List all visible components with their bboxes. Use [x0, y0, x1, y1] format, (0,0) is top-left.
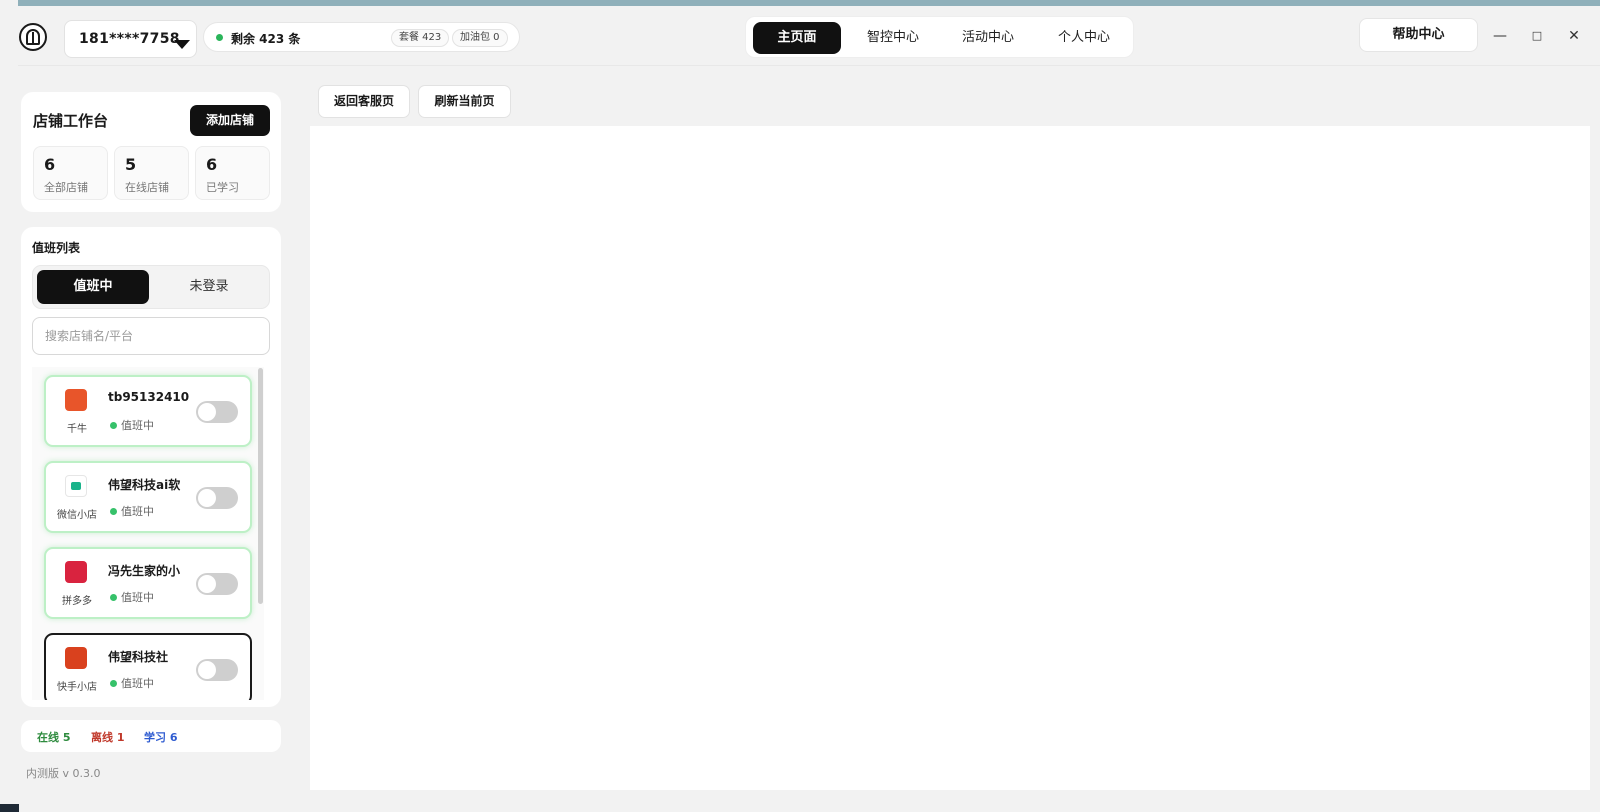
taobao-icon — [65, 389, 87, 411]
main-nav: 主页面 智控中心 活动中心 个人中心 — [745, 16, 1134, 58]
stat-online-stores: 5 在线店铺 — [114, 146, 189, 200]
nav-smart-control[interactable]: 智控中心 — [849, 22, 937, 54]
shop-status: 值班中 — [121, 591, 154, 604]
stat-all-stores: 6 全部店铺 — [33, 146, 108, 200]
status-dot-icon — [216, 34, 223, 41]
pinduoduo-icon — [65, 561, 87, 583]
tab-on-duty[interactable]: 值班中 — [37, 270, 149, 304]
list-item[interactable]: 拼多多 冯先生家的小 值班中 — [44, 547, 252, 619]
refresh-page-button[interactable]: 刷新当前页 — [418, 85, 511, 118]
shop-name: 冯先生家的小 — [108, 564, 181, 578]
stat-label: 在线店铺 — [125, 181, 169, 194]
shop-platform: 快手小店 — [57, 682, 97, 693]
add-store-button[interactable]: 添加店铺 — [190, 105, 270, 136]
shop-platform: 拼多多 — [62, 596, 92, 607]
online-dot-icon — [110, 508, 117, 515]
header-divider — [18, 65, 1600, 66]
shop-list-scrollbar[interactable] — [258, 368, 263, 604]
help-center-button[interactable]: 帮助中心 — [1359, 18, 1478, 52]
nav-profile[interactable]: 个人中心 — [1040, 22, 1128, 54]
shop-list: 千牛 tb951324106 值班中 微信小店 伟望科技ai软 值班中 拼多多 … — [32, 367, 264, 700]
duty-toggle[interactable] — [196, 659, 238, 681]
duty-toggle[interactable] — [196, 487, 238, 509]
shop-platform: 千牛 — [67, 424, 87, 435]
wechat-store-icon — [65, 475, 87, 497]
main-content-area[interactable] — [310, 126, 1590, 790]
app-logo-icon — [19, 23, 47, 51]
status-summary: 在线 5 离线 1 学习 6 — [21, 720, 281, 752]
account-selector[interactable]: 181****7758 — [64, 20, 197, 58]
online-dot-icon — [110, 594, 117, 601]
addon-pill: 加油包 0 — [452, 29, 508, 47]
stat-label: 全部店铺 — [44, 181, 88, 194]
nav-home[interactable]: 主页面 — [753, 22, 841, 54]
shop-status: 值班中 — [121, 419, 154, 432]
online-dot-icon — [110, 680, 117, 687]
shop-name: 伟望科技社 — [108, 650, 169, 664]
stat-learned: 6 已学习 — [195, 146, 270, 200]
package-pill: 套餐 423 — [391, 29, 450, 47]
shop-name: tb951324106 — [108, 390, 189, 404]
nav-activity[interactable]: 活动中心 — [944, 22, 1032, 54]
list-item[interactable]: 微信小店 伟望科技ai软 值班中 — [44, 461, 252, 533]
shop-platform: 微信小店 — [57, 510, 97, 521]
stat-label: 已学习 — [206, 181, 239, 194]
kuaishou-store-icon — [65, 647, 87, 669]
online-count: 在线 5 — [37, 731, 71, 744]
learned-count: 学习 6 — [144, 731, 178, 744]
duty-list-card: 值班列表 值班中 未登录 千牛 tb951324106 值班中 微信小店 伟望科… — [21, 227, 281, 707]
offline-count: 离线 1 — [91, 731, 125, 744]
minimize-icon[interactable]: — — [1489, 26, 1511, 48]
list-item[interactable]: 快手小店 伟望科技社 值班中 — [44, 633, 252, 700]
quota-badge: 剩余 423 条 套餐 423 加油包 0 — [203, 22, 520, 52]
duty-toggle[interactable] — [196, 401, 238, 423]
store-search-input[interactable] — [32, 317, 270, 355]
shop-name: 伟望科技ai软 — [108, 478, 181, 492]
close-icon[interactable]: ✕ — [1563, 26, 1585, 48]
tab-not-logged-in[interactable]: 未登录 — [153, 270, 265, 304]
store-workspace-card: 店铺工作台 添加店铺 6 全部店铺 5 在线店铺 6 已学习 — [21, 92, 281, 212]
stat-value: 6 — [206, 155, 218, 174]
app-header: 181****7758 剩余 423 条 套餐 423 加油包 0 主页面 智控… — [0, 6, 1600, 66]
quota-remaining: 剩余 423 条 — [231, 32, 301, 46]
account-number: 181****7758 — [79, 31, 180, 47]
taskbar-corner — [0, 804, 19, 812]
version-label: 内测版 v 0.3.0 — [26, 767, 101, 780]
stat-value: 5 — [125, 155, 137, 174]
duty-list-title: 值班列表 — [32, 241, 81, 255]
stat-value: 6 — [44, 155, 56, 174]
shop-status: 值班中 — [121, 505, 154, 518]
duty-tabs: 值班中 未登录 — [32, 265, 270, 309]
maximize-icon[interactable]: □ — [1526, 26, 1548, 48]
online-dot-icon — [110, 422, 117, 429]
shop-status: 值班中 — [121, 677, 154, 690]
list-item[interactable]: 千牛 tb951324106 值班中 — [44, 375, 252, 447]
back-to-service-button[interactable]: 返回客服页 — [318, 85, 410, 118]
duty-toggle[interactable] — [196, 573, 238, 595]
workspace-title: 店铺工作台 — [33, 112, 109, 130]
chevron-down-icon[interactable] — [174, 40, 190, 49]
